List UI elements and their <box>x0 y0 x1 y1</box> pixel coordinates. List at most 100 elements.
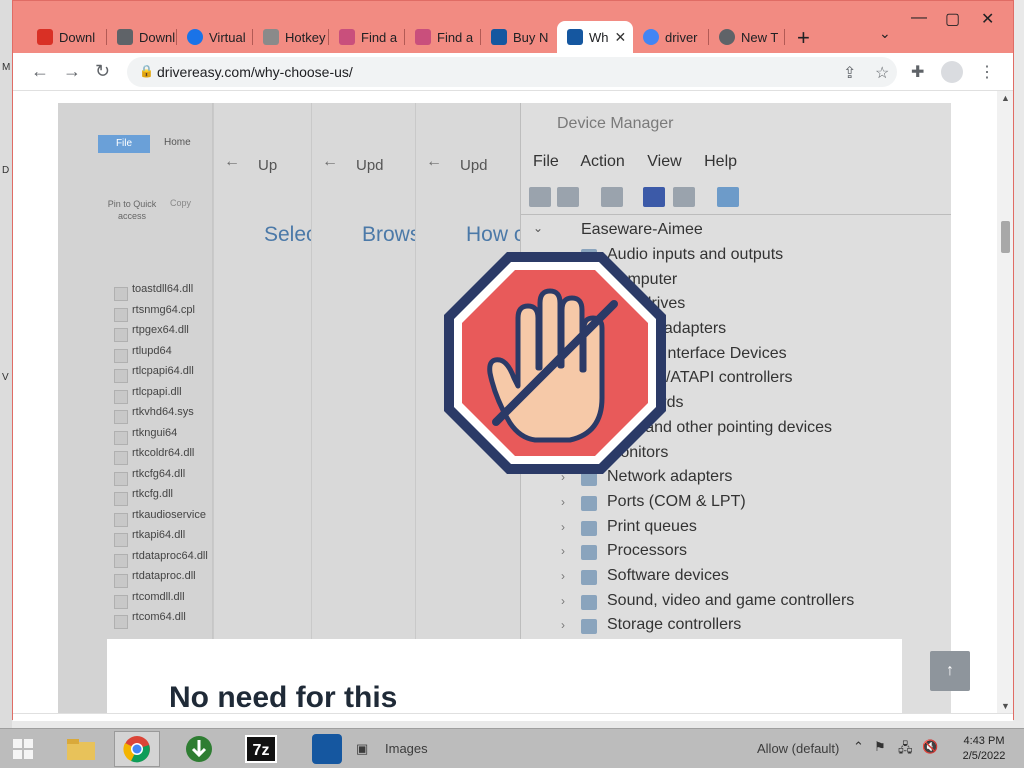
new-tab-button[interactable]: + <box>797 25 810 51</box>
printer-icon <box>581 520 597 536</box>
reload-icon[interactable]: ↻ <box>95 61 110 82</box>
share-icon[interactable]: ⇪ <box>843 63 856 83</box>
device-tree-root: ⌄ Easeware-Aimee <box>533 221 703 238</box>
images-icon: ▣ <box>356 741 369 756</box>
tab-strip: Downl Downl Virtual Hotkey Find a Find a… <box>13 1 1013 53</box>
back-icon[interactable]: ← <box>31 61 49 82</box>
file-item: rtsnmg64.cpl <box>110 304 214 325</box>
port-icon <box>581 495 597 511</box>
file-item: rtkngui64 <box>110 427 214 448</box>
file-list: toastdll64.dll rtsnmg64.cpl rtpgex64.dll… <box>110 283 214 632</box>
system-clock[interactable]: 4:43 PM 2/5/2022 <box>954 734 1014 764</box>
copy-label: Copy <box>170 198 192 208</box>
tab-favicon <box>37 29 53 45</box>
download-icon <box>117 29 133 45</box>
file-item: rtkcfg64.dll <box>110 468 214 489</box>
maximize-icon[interactable]: ▢ <box>945 9 960 29</box>
url-text[interactable]: drivereasy.com/why-choose-us/ <box>157 64 353 80</box>
browser-bottom-edge <box>13 713 1013 721</box>
storage-icon <box>581 619 597 635</box>
stop-hand-icon <box>444 252 666 474</box>
tab-9[interactable]: New T <box>709 21 785 53</box>
extensions-icon[interactable]: ✚ <box>911 62 924 82</box>
software-icon <box>581 569 597 585</box>
sound-icon <box>581 594 597 610</box>
tab-6[interactable]: Buy N <box>481 21 557 53</box>
menu-kebab-icon[interactable]: ⋮ <box>979 62 995 82</box>
scroll-up-arrow[interactable]: ▲ <box>1001 93 1010 103</box>
browser-toolbar: ← → ↻ 🔒 drivereasy.com/why-choose-us/ ⇪ … <box>13 53 1013 91</box>
windows-taskbar: 7z ▣ Images Allow (default) ⌃ ⚑ 🖧 🔇 4:43… <box>0 728 1024 768</box>
file-item: rtpgex64.dll <box>110 324 214 345</box>
browser-window: Downl Downl Virtual Hotkey Find a Find a… <box>12 0 1014 721</box>
scroll-down-arrow[interactable]: ▼ <box>1001 701 1010 711</box>
flag-icon[interactable]: ⚑ <box>874 739 886 755</box>
tab-2[interactable]: Virtual <box>177 21 253 53</box>
device-manager-toolbar <box>521 179 951 215</box>
device-manager-title: Device Manager <box>557 115 674 132</box>
back-arrow-icon: ← <box>322 153 338 170</box>
pin-quick-access: Pin to Quick access <box>107 199 157 221</box>
network-icon[interactable]: 🖧 <box>898 739 913 761</box>
forward-icon[interactable]: → <box>63 61 81 82</box>
tab-favicon <box>339 29 355 45</box>
tab-8[interactable]: driver <box>633 21 709 53</box>
google-icon <box>643 29 659 45</box>
processor-icon <box>581 545 597 561</box>
page-viewport: File Home Pin to Quick access Copy toast… <box>13 91 1013 713</box>
back-arrow-icon: ← <box>426 153 442 170</box>
tab-0[interactable]: Downl <box>27 21 107 53</box>
home-ribbon-tab: Home <box>164 137 191 148</box>
file-item: rtdataproc.dll <box>110 570 214 591</box>
tab-active[interactable]: Wh ✕ <box>557 21 633 53</box>
bookmark-star-icon[interactable]: ☆ <box>875 63 889 83</box>
file-item: rtlcpapi.dll <box>110 386 214 407</box>
file-item: rtlupd64 <box>110 345 214 366</box>
device-category: › Ports (COM & LPT) <box>561 492 746 511</box>
tab-search-chevron-icon[interactable]: ⌄ <box>879 25 891 42</box>
minimize-icon[interactable]: — <box>911 9 927 27</box>
section-heading: No need for this <box>169 681 398 713</box>
file-item: rtkcfg.dll <box>110 488 214 509</box>
tab-favicon <box>415 29 431 45</box>
tab-favicon <box>263 29 279 45</box>
start-button[interactable] <box>0 731 46 767</box>
back-to-top-button[interactable]: ↑ <box>930 651 970 691</box>
file-item: rtlcpapi64.dll <box>110 365 214 386</box>
chrome-icon <box>719 29 735 45</box>
address-bar[interactable]: 🔒 drivereasy.com/why-choose-us/ ⇪ ☆ <box>127 57 897 87</box>
tab-5[interactable]: Find a <box>405 21 481 53</box>
file-item: rtcom64.dll <box>110 611 214 632</box>
drivereasy-taskbar-icon[interactable] <box>304 731 350 767</box>
file-item: rtkvhd64.sys <box>110 406 214 427</box>
file-explorer-panel: File Home Pin to Quick access Copy toast… <box>58 103 213 713</box>
tab-4[interactable]: Find a <box>329 21 405 53</box>
file-item: rtkapi64.dll <box>110 529 214 550</box>
file-explorer-taskbar-icon[interactable] <box>58 731 104 767</box>
page-scrollbar[interactable]: ▲ ▼ <box>997 91 1013 713</box>
arrow-up-icon: ↑ <box>946 662 954 679</box>
volume-muted-icon[interactable]: 🔇 <box>922 739 938 755</box>
idm-taskbar-icon[interactable] <box>176 731 222 767</box>
file-ribbon-tab: File <box>98 135 150 153</box>
tab-1[interactable]: Downl <box>107 21 177 53</box>
device-category: › Storage controllers <box>561 616 742 635</box>
file-item: toastdll64.dll <box>110 283 214 304</box>
lock-icon: 🔒 <box>139 64 154 78</box>
close-tab-icon[interactable]: ✕ <box>615 29 627 46</box>
tray-chevron-up-icon[interactable]: ⌃ <box>853 739 864 755</box>
close-window-icon[interactable]: ✕ <box>981 9 994 29</box>
scroll-thumb[interactable] <box>1001 221 1010 253</box>
device-category: › Software devices <box>561 566 729 585</box>
device-manager-menu: File Action View Help <box>533 153 738 170</box>
7zip-taskbar-icon[interactable]: 7z <box>238 731 284 767</box>
profile-avatar[interactable] <box>941 61 963 83</box>
content-card: No need for this <box>107 639 902 713</box>
tab-3[interactable]: Hotkey <box>253 21 329 53</box>
file-item: rtkaudioservice <box>110 509 214 530</box>
taskbar-images-label[interactable]: Images <box>385 741 428 756</box>
device-category: › Sound, video and game controllers <box>561 591 855 610</box>
chrome-taskbar-icon[interactable] <box>114 731 160 767</box>
tray-status-text: Allow (default) <box>757 741 840 756</box>
tab-favicon <box>491 29 507 45</box>
